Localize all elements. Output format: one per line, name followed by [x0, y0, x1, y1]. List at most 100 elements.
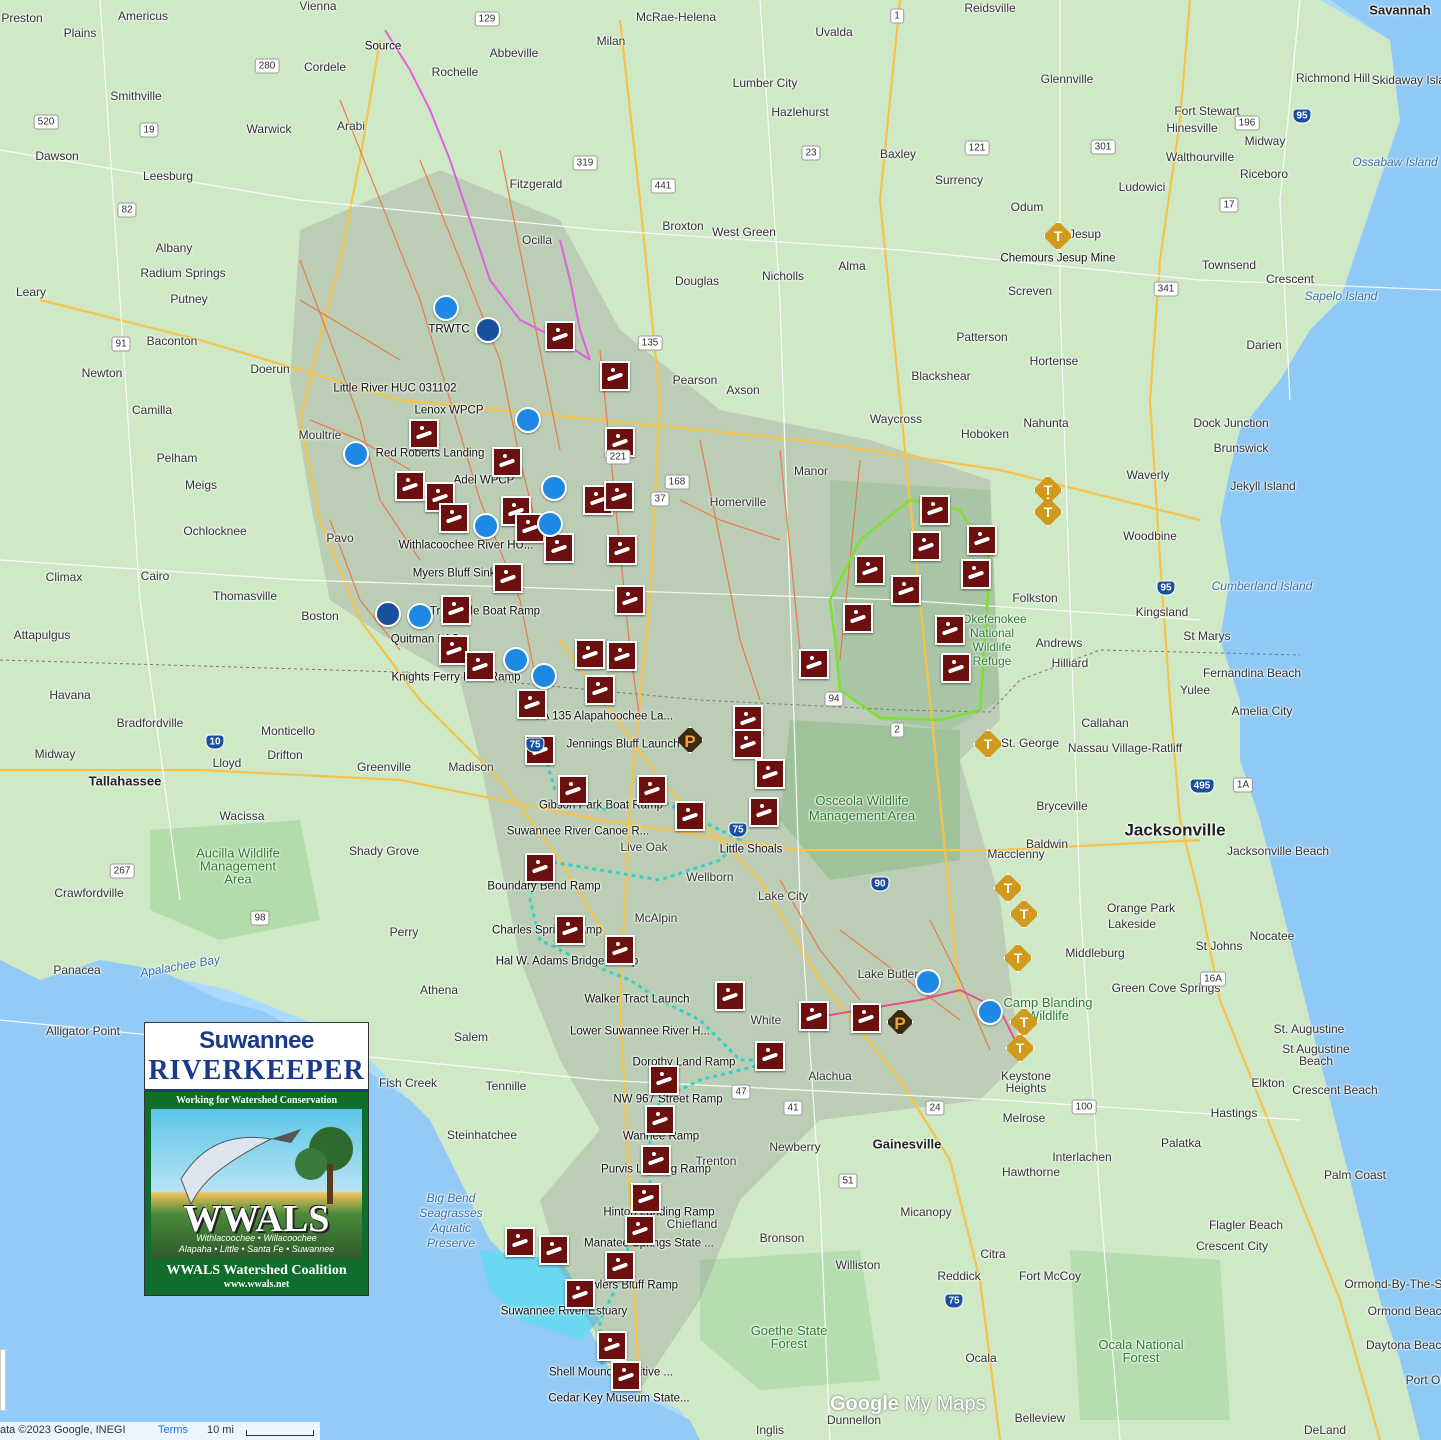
poi-label: Lenox WPCP — [414, 404, 484, 417]
boat-ramp-marker[interactable] — [605, 1251, 635, 1281]
town-label: Hortense — [1029, 354, 1079, 368]
boat-ramp-marker[interactable] — [961, 559, 991, 589]
boat-ramp-marker[interactable] — [851, 1003, 881, 1033]
water-pin[interactable] — [541, 475, 567, 501]
town-label: Riceboro — [1239, 167, 1289, 181]
boat-ramp-marker[interactable] — [539, 1235, 569, 1265]
town-label: Waycross — [869, 412, 923, 426]
boat-ramp-marker[interactable] — [615, 585, 645, 615]
suwannee-riverkeeper-logo[interactable]: Suwannee RIVERKEEPER Working for Watersh… — [144, 1022, 369, 1296]
sewage-pin[interactable] — [375, 601, 401, 627]
boat-ramp-marker[interactable] — [675, 801, 705, 831]
boat-ramp-marker[interactable] — [645, 1105, 675, 1135]
water-pin[interactable] — [473, 513, 499, 539]
state-forest-label: Goethe State Forest — [750, 1323, 828, 1351]
boat-ramp-marker[interactable] — [607, 641, 637, 671]
water-pin[interactable] — [977, 999, 1003, 1025]
town-label: St Johns — [1195, 939, 1243, 953]
water-pin[interactable] — [407, 603, 433, 629]
town-label: Patterson — [956, 330, 1008, 344]
boat-ramp-marker[interactable] — [625, 1215, 655, 1245]
boat-ramp-marker[interactable] — [409, 419, 439, 449]
highway-shield: 24 — [925, 1100, 945, 1116]
water-pin[interactable] — [503, 647, 529, 673]
boat-ramp-marker[interactable] — [715, 981, 745, 1011]
town-label: Dawson — [35, 149, 79, 163]
water-pin[interactable] — [433, 295, 459, 321]
boat-ramp-marker[interactable] — [799, 649, 829, 679]
boat-ramp-marker[interactable] — [395, 471, 425, 501]
water-pin[interactable] — [915, 969, 941, 995]
water-pin[interactable] — [515, 407, 541, 433]
boat-ramp-marker[interactable] — [441, 595, 471, 625]
boat-ramp-marker[interactable] — [755, 1041, 785, 1071]
interstate-shield: 495 — [1189, 778, 1215, 794]
boat-ramp-marker[interactable] — [525, 853, 555, 883]
boat-ramp-marker[interactable] — [545, 321, 575, 351]
boat-ramp-marker[interactable] — [935, 615, 965, 645]
boat-ramp-marker[interactable] — [637, 775, 667, 805]
boat-ramp-marker[interactable] — [597, 1331, 627, 1361]
boat-ramp-marker[interactable] — [575, 639, 605, 669]
attribution-text: ata ©2023 Google, INEGI — [0, 1424, 126, 1436]
boat-ramp-marker[interactable] — [493, 563, 523, 593]
town-label: Midway — [1244, 134, 1286, 148]
town-label: Newton — [81, 366, 123, 380]
highway-shield: 91 — [111, 336, 131, 352]
town-label: Hawthorne — [1001, 1165, 1061, 1179]
town-label: Ormond-By-The-Sea — [1344, 1277, 1441, 1291]
boat-ramp-marker[interactable] — [920, 495, 950, 525]
boat-ramp-marker[interactable] — [733, 729, 763, 759]
boat-ramp-marker[interactable] — [492, 447, 522, 477]
town-label: Albany — [155, 241, 193, 255]
poi-label: Withlacoochee River HU... — [398, 539, 534, 552]
boat-ramp-marker[interactable] — [544, 533, 574, 563]
boat-ramp-marker[interactable] — [631, 1183, 661, 1213]
interstate-shield: 75 — [944, 1293, 964, 1309]
highway-shield: 441 — [650, 178, 676, 194]
terms-link[interactable]: Terms — [158, 1424, 188, 1436]
boat-ramp-marker[interactable] — [605, 935, 635, 965]
boat-ramp-marker[interactable] — [941, 653, 971, 683]
boat-ramp-marker[interactable] — [505, 1227, 535, 1257]
city-savannah: Savannah — [1369, 2, 1431, 18]
map-control-edge[interactable] — [0, 1349, 6, 1411]
boat-ramp-marker[interactable] — [911, 531, 941, 561]
boat-ramp-marker[interactable] — [555, 915, 585, 945]
water-pin[interactable] — [531, 663, 557, 689]
water-pin[interactable] — [343, 441, 369, 467]
map-canvas[interactable]: Jacksonville Gainesville Tallahassee Sav… — [0, 0, 1441, 1440]
boat-ramp-marker[interactable] — [611, 1361, 641, 1391]
boat-ramp-marker[interactable] — [649, 1065, 679, 1095]
boat-ramp-marker[interactable] — [641, 1145, 671, 1175]
town-label: Meigs — [184, 478, 218, 492]
poi-label: Little Shoals — [719, 843, 783, 856]
boat-ramp-marker[interactable] — [755, 759, 785, 789]
boat-ramp-marker[interactable] — [749, 797, 779, 827]
town-label: McRae-Helena — [635, 10, 717, 24]
sewage-pin[interactable] — [475, 317, 501, 343]
town-label: Brunswick — [1213, 441, 1269, 455]
boat-ramp-marker[interactable] — [967, 525, 997, 555]
boat-ramp-marker[interactable] — [843, 603, 873, 633]
town-label: Arabi — [336, 119, 366, 133]
town-label: Drifton — [267, 748, 303, 762]
boat-ramp-marker[interactable] — [604, 481, 634, 511]
town-label: Monticello — [260, 724, 316, 738]
water-pin[interactable] — [537, 511, 563, 537]
boat-ramp-marker[interactable] — [565, 1279, 595, 1309]
town-label: Richmond Hill — [1295, 71, 1371, 85]
boat-ramp-marker[interactable] — [439, 503, 469, 533]
boat-ramp-marker[interactable] — [465, 651, 495, 681]
boat-ramp-marker[interactable] — [517, 689, 547, 719]
boat-ramp-marker[interactable] — [891, 575, 921, 605]
boat-ramp-marker[interactable] — [558, 775, 588, 805]
boat-ramp-marker[interactable] — [855, 555, 885, 585]
boat-ramp-marker[interactable] — [585, 675, 615, 705]
boat-ramp-marker[interactable] — [799, 1001, 829, 1031]
boat-ramp-marker[interactable] — [607, 535, 637, 565]
boat-ramp-marker[interactable] — [600, 361, 630, 391]
logo-line2: RIVERKEEPER — [148, 1055, 365, 1086]
logo-footer: WWALS Watershed Coalition — [166, 1263, 347, 1278]
town-label: Midway — [34, 747, 76, 761]
